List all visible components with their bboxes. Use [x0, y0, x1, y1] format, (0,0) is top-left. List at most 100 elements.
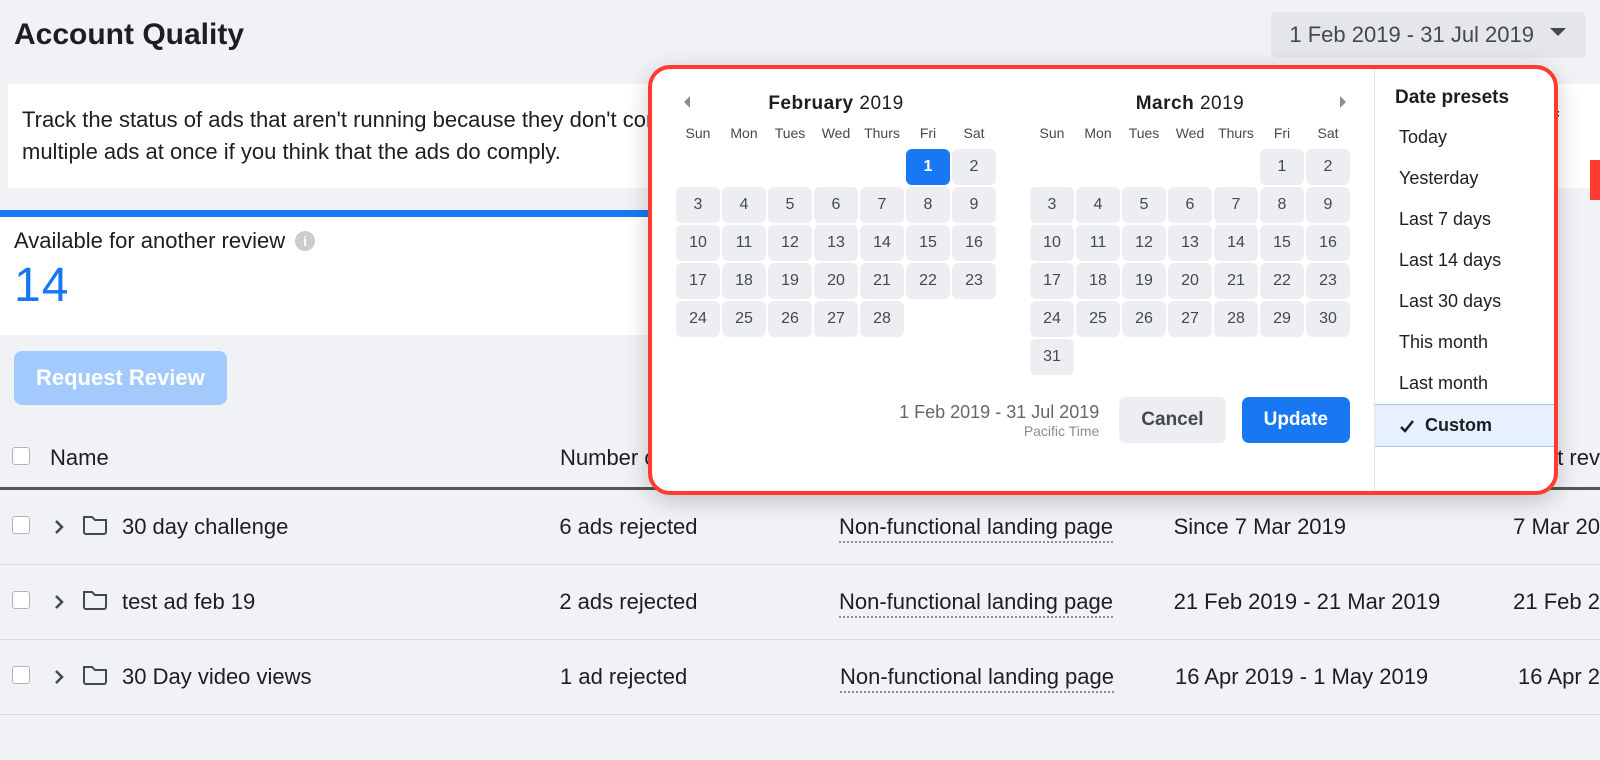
calendar-day[interactable]: 7	[1214, 187, 1258, 223]
calendar-day[interactable]: 15	[906, 225, 950, 261]
calendar-day[interactable]: 1	[906, 149, 950, 185]
calendar-day[interactable]: 8	[1260, 187, 1304, 223]
row-num: 2 ads rejected	[559, 589, 839, 615]
calendar-day[interactable]: 19	[768, 263, 812, 299]
calendar-day[interactable]: 6	[1168, 187, 1212, 223]
cancel-button[interactable]: Cancel	[1119, 397, 1225, 443]
row-name[interactable]: test ad feb 19	[122, 589, 255, 615]
calendar-day[interactable]: 27	[1168, 301, 1212, 337]
expand-icon[interactable]	[50, 518, 68, 536]
dow-label: Mon	[1076, 125, 1120, 141]
calendar-day[interactable]: 24	[1030, 301, 1074, 337]
preset-last-30-days[interactable]: Last 30 days	[1375, 281, 1554, 322]
preset-last-month[interactable]: Last month	[1375, 363, 1554, 404]
preset-last-7-days[interactable]: Last 7 days	[1375, 199, 1554, 240]
calendar-day[interactable]: 3	[676, 187, 720, 223]
preset-custom[interactable]: Custom	[1375, 404, 1554, 447]
calendar-day[interactable]: 7	[860, 187, 904, 223]
calendar-day[interactable]: 25	[722, 301, 766, 337]
calendar-day[interactable]: 4	[1076, 187, 1120, 223]
calendar-day[interactable]: 28	[860, 301, 904, 337]
calendar-day[interactable]: 3	[1030, 187, 1074, 223]
row-policy[interactable]: Non-functional landing page	[839, 589, 1113, 618]
preset-today[interactable]: Today	[1375, 117, 1554, 158]
preset-last-14-days[interactable]: Last 14 days	[1375, 240, 1554, 281]
row-name[interactable]: 30 Day video views	[122, 664, 312, 690]
info-icon[interactable]: i	[295, 231, 315, 251]
calendar-day[interactable]: 21	[1214, 263, 1258, 299]
calendar-day[interactable]: 14	[1214, 225, 1258, 261]
calendar-day[interactable]: 16	[952, 225, 996, 261]
calendar-day[interactable]: 14	[860, 225, 904, 261]
calendar-day[interactable]: 22	[1260, 263, 1304, 299]
calendar-day[interactable]: 12	[1122, 225, 1166, 261]
calendar-day[interactable]: 6	[814, 187, 858, 223]
calendar-day[interactable]: 15	[1260, 225, 1304, 261]
dow-label: Fri	[906, 125, 950, 141]
calendar-day[interactable]: 11	[1076, 225, 1120, 261]
date-range-button[interactable]: 1 Feb 2019 - 31 Jul 2019	[1271, 12, 1586, 58]
calendar-day[interactable]: 4	[722, 187, 766, 223]
annotation-marker	[1590, 160, 1600, 200]
dow-label: Sat	[952, 125, 996, 141]
row-policy[interactable]: Non-functional landing page	[839, 514, 1113, 543]
calendar-day[interactable]: 13	[814, 225, 858, 261]
calendar-day[interactable]: 17	[1030, 263, 1074, 299]
calendar-day[interactable]: 5	[768, 187, 812, 223]
calendar-day[interactable]: 25	[1076, 301, 1120, 337]
row-policy[interactable]: Non-functional landing page	[840, 664, 1114, 693]
calendar-day[interactable]: 26	[1122, 301, 1166, 337]
calendar-day[interactable]: 20	[1168, 263, 1212, 299]
calendar-day[interactable]: 10	[676, 225, 720, 261]
calendar-day[interactable]: 23	[1306, 263, 1350, 299]
calendar-day[interactable]: 10	[1030, 225, 1074, 261]
calendar-day[interactable]: 12	[768, 225, 812, 261]
preset-this-month[interactable]: This month	[1375, 322, 1554, 363]
dow-label: Sun	[1030, 125, 1074, 141]
calendar-day[interactable]: 17	[676, 263, 720, 299]
update-button[interactable]: Update	[1242, 397, 1350, 443]
calendar-day[interactable]: 30	[1306, 301, 1350, 337]
expand-icon[interactable]	[50, 593, 68, 611]
row-checkbox[interactable]	[12, 666, 30, 684]
calendar-day[interactable]: 21	[860, 263, 904, 299]
row-name[interactable]: 30 day challenge	[122, 514, 288, 540]
calendar-day[interactable]: 2	[952, 149, 996, 185]
calendar-day[interactable]: 1	[1260, 149, 1304, 185]
dow-label: Sun	[676, 125, 720, 141]
calendar-day[interactable]: 18	[1076, 263, 1120, 299]
row-checkbox[interactable]	[12, 516, 30, 534]
select-all-checkbox[interactable]	[12, 447, 30, 465]
preset-yesterday[interactable]: Yesterday	[1375, 158, 1554, 199]
calendar-day[interactable]: 9	[1306, 187, 1350, 223]
calendar-day[interactable]: 26	[768, 301, 812, 337]
prev-month-button[interactable]	[680, 95, 694, 114]
calendar-day[interactable]: 24	[676, 301, 720, 337]
calendar-day[interactable]: 31	[1030, 339, 1074, 375]
calendar-day[interactable]: 13	[1168, 225, 1212, 261]
table-row: test ad feb 19 2 ads rejectedNon-function…	[0, 565, 1600, 640]
calendar-day[interactable]: 19	[1122, 263, 1166, 299]
timezone-text: Pacific Time	[899, 423, 1099, 439]
calendar-day[interactable]: 28	[1214, 301, 1258, 337]
calendar-day[interactable]: 11	[722, 225, 766, 261]
col-name[interactable]: Name	[50, 445, 560, 471]
calendar-day[interactable]: 27	[814, 301, 858, 337]
row-scheduled: 16 Apr 2019 - 1 May 2019	[1175, 664, 1515, 690]
calendar-day[interactable]: 8	[906, 187, 950, 223]
calendar-title: February 2019	[676, 93, 996, 115]
expand-icon[interactable]	[50, 668, 68, 686]
calendar-day[interactable]: 20	[814, 263, 858, 299]
calendar-day[interactable]: 5	[1122, 187, 1166, 223]
calendar-day[interactable]: 29	[1260, 301, 1304, 337]
row-checkbox[interactable]	[12, 591, 30, 609]
calendar-day[interactable]: 2	[1306, 149, 1350, 185]
calendar-day[interactable]: 16	[1306, 225, 1350, 261]
calendar-day[interactable]: 23	[952, 263, 996, 299]
calendar-day[interactable]: 22	[906, 263, 950, 299]
next-month-button[interactable]	[1336, 95, 1350, 114]
calendar-day[interactable]: 18	[722, 263, 766, 299]
date-picker-popover: February 2019SunMonTuesWedThursFriSat123…	[648, 65, 1558, 495]
request-review-button[interactable]: Request Review	[14, 351, 227, 405]
calendar-day[interactable]: 9	[952, 187, 996, 223]
